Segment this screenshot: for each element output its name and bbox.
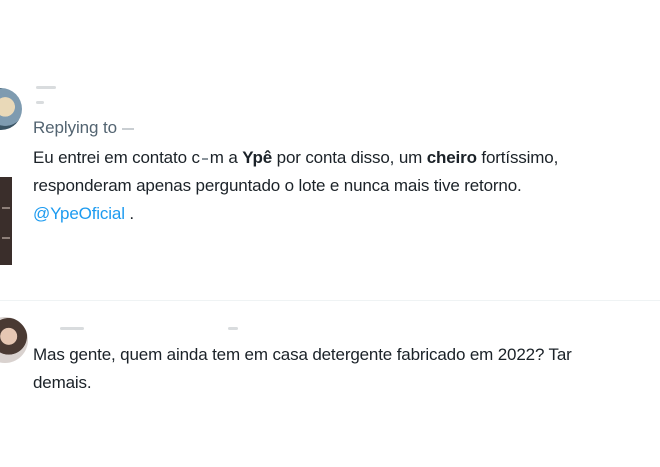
tweet-line: @YpeOficial . — [33, 204, 134, 223]
replying-to-label: Replying to — [33, 118, 117, 137]
tweet-reply[interactable]: Replying to Eu entrei em contato cm a Yp… — [0, 0, 660, 300]
tweet-line: Eu entrei em contato cm a Ypê por conta … — [33, 148, 559, 167]
bold-word: cheiro — [426, 148, 477, 167]
blurred-username — [36, 86, 56, 89]
tweet-line: responderam apenas perguntado o lote e n… — [33, 176, 522, 195]
blurred-reply-handle[interactable] — [121, 127, 134, 130]
mention-link[interactable]: @YpeOficial — [33, 204, 125, 223]
tweet-line: Mas gente, quem ainda tem em casa deterg… — [33, 345, 572, 364]
replying-to-line: Replying to — [33, 118, 134, 138]
cropped-image-edge — [0, 177, 12, 265]
tweet[interactable]: Mas gente, quem ainda tem em casa deterg… — [0, 301, 660, 467]
avatar[interactable] — [0, 88, 22, 130]
tweet-text: Eu entrei em contato cm a Ypê por conta … — [33, 144, 558, 228]
tweet-line: demais. — [33, 373, 92, 392]
blurred-handle — [228, 327, 238, 330]
avatar[interactable] — [0, 317, 28, 363]
tweet-text: Mas gente, quem ainda tem em casa deterg… — [33, 341, 572, 397]
blurred-handle — [36, 101, 44, 104]
blurred-username — [60, 327, 84, 330]
bold-brand: Ypê — [242, 148, 273, 167]
